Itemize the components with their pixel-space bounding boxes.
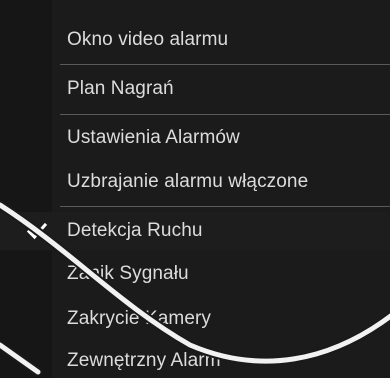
menu-item-label: Zanik Sygnału: [67, 263, 189, 284]
menu-item-label: Ustawienia Alarmów: [67, 127, 240, 148]
menu-item-recording-schedule[interactable]: Plan Nagrań: [0, 70, 390, 108]
menu-item-signal-loss[interactable]: Zanik Sygnału: [0, 255, 390, 293]
menu-item-external-alarm[interactable]: Zewnętrzny Alarm: [0, 342, 390, 378]
context-menu-screenshot: Okno video alarmu Plan Nagrań Ustawienia…: [0, 0, 390, 378]
menu-item-label: Okno video alarmu: [67, 29, 229, 50]
menu-item-alarm-arming[interactable]: Uzbrajanie alarmu włączone: [0, 163, 390, 201]
menu-item-label: Zakrycie Kamery: [67, 308, 212, 329]
menu-separator: [60, 206, 390, 207]
menu-item-video-alarm-window[interactable]: Okno video alarmu: [0, 21, 390, 59]
menu-item-label: Plan Nagrań: [67, 78, 174, 99]
menu-separator: [60, 114, 390, 115]
menu-item-label: Detekcja Ruchu: [67, 220, 203, 241]
menu-item-camera-tamper[interactable]: Zakrycie Kamery: [0, 300, 390, 338]
menu-item-alarm-settings[interactable]: Ustawienia Alarmów: [0, 119, 390, 157]
menu-item-label: Zewnętrzny Alarm: [67, 350, 221, 371]
checkmark-icon: [26, 222, 48, 240]
menu-separator: [60, 64, 390, 65]
menu-item-motion-detection[interactable]: Detekcja Ruchu: [0, 212, 390, 250]
context-menu: Okno video alarmu Plan Nagrań Ustawienia…: [0, 0, 390, 378]
menu-item-label: Uzbrajanie alarmu włączone: [67, 171, 309, 192]
